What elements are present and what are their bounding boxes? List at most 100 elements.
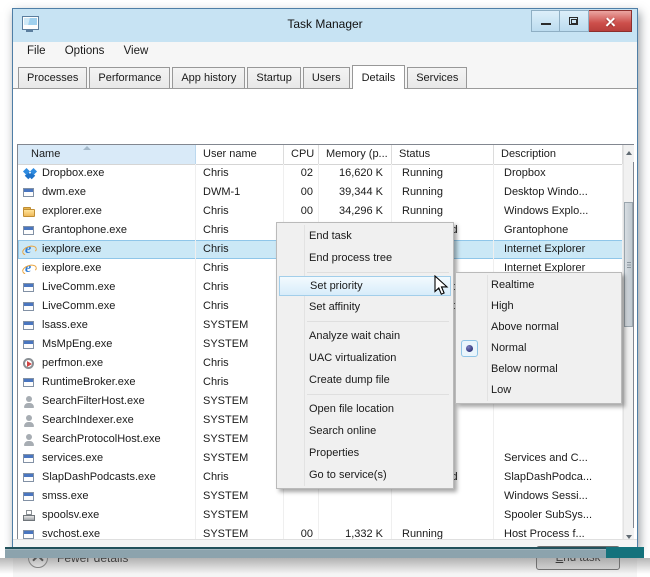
context-menu-item[interactable]: Analyze wait chain [277,325,453,347]
priority-submenu-item[interactable]: Below normal [456,359,621,380]
priority-submenu-item[interactable]: Low [456,380,621,401]
menubar-item[interactable]: View [116,42,157,59]
minimize-icon [541,23,551,25]
table-row[interactable]: spoolsv.exe SYSTEM Spooler SubSys... [18,506,623,525]
tab[interactable]: Services [407,67,468,88]
cpu-cell: 00 [284,183,319,202]
user-name-cell: SYSTEM [196,449,284,468]
user-name-cell: SYSTEM [196,411,284,430]
process-name-cell: explorer.exe [18,202,196,221]
titlebar[interactable]: Task Manager [13,9,637,42]
table-row[interactable]: Dropbox.exe Chris 02 16,620 K Running Dr… [18,164,623,183]
table-header: Name User name CPU Memory (p... Status D… [18,145,623,165]
tab[interactable]: Startup [247,67,301,88]
context-menu-item[interactable]: Search online [277,420,453,442]
tab[interactable]: Details [351,65,406,89]
maximize-button[interactable] [560,10,589,32]
window-drop-shadow [0,558,650,574]
process-name: MsMpEng.exe [42,338,113,350]
menubar-item[interactable]: File [19,42,54,59]
priority-submenu-item[interactable]: Normal [456,338,621,359]
minimize-button[interactable] [531,10,560,32]
context-menu-item[interactable]: Properties [277,442,453,464]
maximize-icon [569,17,578,25]
process-name-cell: LiveComm.exe [18,297,196,316]
priority-submenu-item-label: Realtime [491,279,535,291]
context-menu-item[interactable]: Create dump file [277,369,453,391]
process-icon [22,300,37,314]
close-button[interactable] [589,10,632,32]
priority-submenu-item-label: Below normal [491,363,558,375]
close-icon [605,16,616,27]
process-name: dwm.exe [42,186,87,198]
user-name-cell: DWM-1 [196,183,284,202]
tab[interactable]: Processes [18,67,88,88]
table-row[interactable]: smss.exe SYSTEM Windows Sessi... [18,487,623,506]
context-menu-item[interactable]: Set affinity [277,296,453,318]
column-header[interactable]: Description [494,145,623,164]
description-cell: Desktop Windo... [494,183,623,202]
memory-cell: 34,296 K [319,202,392,221]
context-menu-item[interactable]: UAC virtualization [277,347,453,369]
process-icon [22,490,37,504]
context-menu-item[interactable]: Go to service(s) [277,464,453,486]
process-icon [22,242,37,258]
column-header[interactable]: User name [196,145,284,164]
user-name-cell: SYSTEM [196,335,284,354]
user-name-cell: Chris [196,164,284,183]
description-cell: Windows Explo... [494,202,623,221]
process-name: spoolsv.exe [42,509,100,521]
context-menu-item[interactable] [277,391,453,398]
tab[interactable]: Performance [89,67,171,88]
context-menu-item[interactable]: End task [277,225,453,247]
user-name-cell: SYSTEM [196,430,284,449]
process-name-cell: Grantophone.exe [18,221,196,240]
cpu-cell [284,487,319,506]
cpu-cell: 02 [284,164,319,183]
column-header[interactable]: Status [392,145,494,164]
priority-submenu-item[interactable]: Realtime [456,275,621,296]
context-menu-item[interactable]: Set priority [279,276,451,296]
user-name-cell: Chris [196,202,284,221]
tab[interactable]: App history [172,67,246,88]
description-cell: Windows Sessi... [494,487,623,506]
table-row[interactable]: explorer.exe Chris 00 34,296 K Running W… [18,202,623,221]
context-menu-item[interactable] [277,318,453,325]
description-cell: Grantophone [494,221,623,240]
menubar-item[interactable]: Options [57,42,113,59]
user-name-cell: Chris [196,221,284,240]
process-name-cell: SearchIndexer.exe [18,411,196,430]
column-header[interactable]: CPU [284,145,319,164]
context-menu-item[interactable]: Open file location [277,398,453,420]
context-menu-item-label: Create dump file [309,374,390,386]
priority-submenu-item[interactable]: High [456,296,621,317]
column-header[interactable]: Memory (p... [319,145,392,164]
column-header[interactable]: Name [18,145,196,164]
context-menu-item-label: Open file location [309,403,394,415]
process-name: explorer.exe [42,205,102,217]
description-cell [494,411,623,430]
process-icon [22,281,37,295]
memory-cell [319,506,392,525]
process-name: services.exe [42,452,104,464]
process-name-cell: perfmon.exe [18,354,196,373]
process-name: Dropbox.exe [42,167,105,179]
priority-submenu-item[interactable]: Above normal [456,317,621,338]
priority-submenu-item-label: High [491,300,514,312]
description-cell [494,430,623,449]
process-name: perfmon.exe [42,357,104,369]
scrollbar-thumb[interactable] [624,202,633,327]
table-row[interactable]: dwm.exe DWM-1 00 39,344 K Running Deskto… [18,183,623,202]
process-name: iexplore.exe [42,243,102,255]
sort-ascending-icon [83,146,91,150]
tab[interactable]: Users [302,67,350,88]
column-header-label: Memory (p... [326,148,388,160]
context-menu-item[interactable] [277,269,453,276]
vertical-scrollbar[interactable] [623,145,634,545]
scroll-up-icon[interactable] [624,145,634,162]
status-cell: Running [392,183,494,202]
memory-cell [319,487,392,506]
process-icon [22,261,37,277]
memory-cell: 16,620 K [319,164,392,183]
context-menu-item[interactable]: End process tree [277,247,453,269]
